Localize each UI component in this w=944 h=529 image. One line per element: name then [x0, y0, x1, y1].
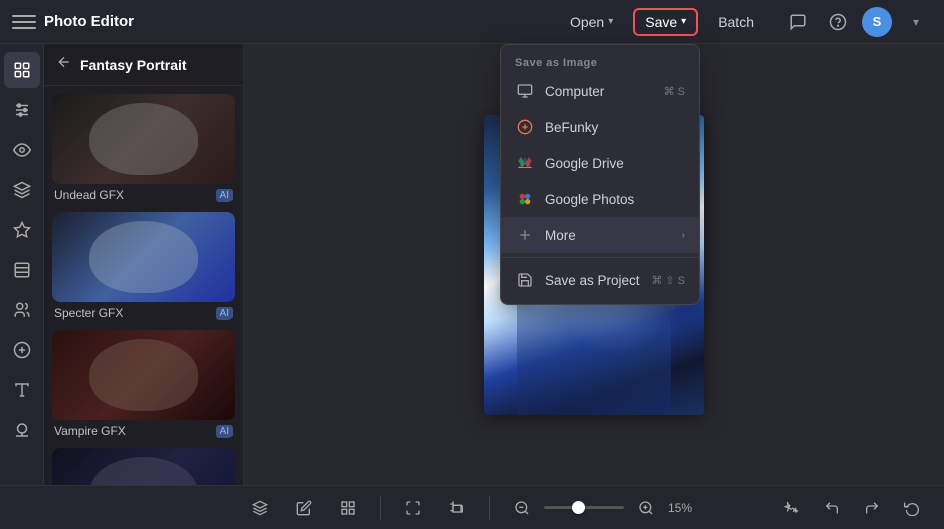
panel-items-list: Undead GFX AI Specter GFX AI Vampire [44, 86, 243, 485]
save-button[interactable]: Save ▾ [633, 8, 698, 36]
zoom-slider[interactable] [544, 506, 624, 509]
bottom-toolbar: 15% [0, 485, 944, 529]
effect-item-vampire[interactable]: Vampire GFX AI [52, 330, 235, 438]
panel-back-button[interactable] [56, 54, 72, 75]
zoom-slider-thumb[interactable] [572, 501, 585, 514]
tool-star[interactable] [4, 212, 40, 248]
effect-label-specter: Specter GFX AI [52, 302, 235, 320]
save-dropdown-menu: Save as Image Computer ⌘ S [500, 44, 700, 305]
google-drive-icon [515, 153, 535, 173]
save-chevron-icon: ▾ [681, 16, 686, 27]
open-button[interactable]: Open ▾ [558, 9, 625, 35]
effect-thumb-specter [52, 212, 235, 302]
save-more[interactable]: More › [501, 217, 699, 253]
grid-tool[interactable] [332, 492, 364, 524]
panel-title: Fantasy Portrait [80, 57, 187, 73]
zoom-percent: 15% [668, 501, 700, 515]
menu-icon[interactable] [12, 10, 36, 34]
tool-stamp[interactable] [4, 412, 40, 448]
effect-thumb-outerworld [52, 448, 235, 485]
effect-item-specter[interactable]: Specter GFX AI [52, 212, 235, 320]
zoom-out-button[interactable] [506, 492, 538, 524]
chat-icon-button[interactable] [782, 6, 814, 38]
crop-tool[interactable] [441, 492, 473, 524]
header: Photo Editor Open ▾ Save ▾ Batch S ▾ [0, 0, 944, 44]
project-shortcut: ⌘ ⇧ S [651, 274, 685, 287]
tool-users[interactable] [4, 292, 40, 328]
save-to-computer[interactable]: Computer ⌘ S [501, 73, 699, 109]
tool-paint[interactable] [4, 172, 40, 208]
undo-button[interactable] [816, 492, 848, 524]
adjust-tool[interactable] [288, 492, 320, 524]
open-chevron-icon: ▾ [608, 16, 613, 27]
left-toolbar [0, 44, 44, 485]
header-right-actions: S ▾ [782, 6, 932, 38]
ai-badge-undead: AI [216, 189, 233, 202]
save-to-gdrive[interactable]: Google Drive [501, 145, 699, 181]
computer-shortcut: ⌘ S [664, 85, 685, 98]
zoom-control: 15% [506, 492, 700, 524]
save-to-gphotos[interactable]: Google Photos [501, 181, 699, 217]
tool-adjust[interactable] [4, 92, 40, 128]
monitor-icon [515, 81, 535, 101]
tool-effects[interactable] [4, 52, 40, 88]
tool-layers[interactable] [4, 252, 40, 288]
save-to-befunky[interactable]: BeFunky [501, 109, 699, 145]
dropdown-section-title: Save as Image [501, 51, 699, 73]
dropdown-divider [501, 257, 699, 258]
effect-item-undead[interactable]: Undead GFX AI [52, 94, 235, 202]
canvas-area: Save as Image Computer ⌘ S [244, 44, 944, 485]
save-as-project[interactable]: Save as Project ⌘ ⇧ S [501, 262, 699, 298]
ai-badge-specter: AI [216, 307, 233, 320]
redo-button[interactable] [856, 492, 888, 524]
app-logo: Photo Editor [44, 13, 134, 30]
expand-tool[interactable] [397, 492, 429, 524]
zoom-in-button[interactable] [630, 492, 662, 524]
more-arrow-icon: › [682, 230, 685, 241]
help-icon-button[interactable] [822, 6, 854, 38]
effect-item-outerworld[interactable]: Outerworld GFX AI [52, 448, 235, 485]
tool-text[interactable] [4, 372, 40, 408]
effect-label-undead: Undead GFX AI [52, 184, 235, 202]
plus-icon [515, 225, 535, 245]
batch-button[interactable]: Batch [706, 9, 766, 35]
ai-badge-vampire: AI [216, 425, 233, 438]
effect-thumb-undead [52, 94, 235, 184]
effect-thumb-vampire [52, 330, 235, 420]
effects-panel: Fantasy Portrait Undead GFX AI Specter G… [44, 44, 244, 485]
panel-header: Fantasy Portrait [44, 44, 243, 86]
tool-export[interactable] [4, 332, 40, 368]
header-expand-icon[interactable]: ▾ [900, 6, 932, 38]
avatar[interactable]: S [862, 7, 892, 37]
main-area: Fantasy Portrait Undead GFX AI Specter G… [0, 44, 944, 485]
reset-button[interactable] [896, 492, 928, 524]
magic-tool[interactable] [776, 492, 808, 524]
layers-tool[interactable] [244, 492, 276, 524]
tool-preview[interactable] [4, 132, 40, 168]
befunky-icon [515, 117, 535, 137]
bottom-right-tools [776, 492, 928, 524]
project-save-icon [515, 270, 535, 290]
google-photos-icon [515, 189, 535, 209]
effect-label-vampire: Vampire GFX AI [52, 420, 235, 438]
